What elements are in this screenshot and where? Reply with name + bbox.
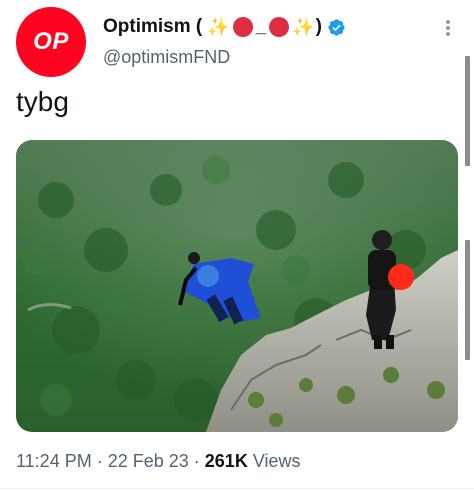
red-circle-icon: [232, 17, 253, 37]
tweet-image[interactable]: [16, 140, 458, 432]
tweet-text: tybg: [16, 86, 69, 117]
tweet-time[interactable]: 11:24 PM: [16, 451, 92, 471]
scrollbar[interactable]: [465, 56, 470, 166]
sparkle-icon: ✨: [292, 16, 315, 37]
name-underscore: _: [255, 16, 267, 37]
name-emojis: ✨ _ ✨ ): [206, 16, 322, 38]
tweet-meta: 11:24 PM · 22 Feb 23 · 261K Views: [16, 451, 301, 472]
views-count[interactable]: 261K: [205, 451, 248, 471]
author-handle[interactable]: @optimismFND: [103, 47, 230, 68]
red-circle-icon: [269, 17, 290, 37]
display-name-close: ): [315, 16, 322, 37]
views-label: Views: [247, 451, 301, 471]
sparkle-icon: ✨: [207, 16, 230, 37]
display-name[interactable]: Optimism (: [103, 16, 202, 38]
divider: [0, 488, 474, 489]
scrollbar-lower[interactable]: [465, 240, 470, 360]
more-options-icon[interactable]: [441, 18, 455, 38]
wingsuit-photo: [16, 140, 458, 432]
author-name-row[interactable]: Optimism ( ✨ _ ✨ ): [103, 16, 346, 38]
meta-separator: ·: [91, 451, 108, 471]
verified-badge-icon: [328, 18, 345, 36]
avatar-logo-text: OP: [33, 28, 69, 55]
meta-separator: ·: [188, 451, 205, 471]
avatar[interactable]: OP: [16, 7, 86, 77]
tweet-date[interactable]: 22 Feb 23: [108, 451, 189, 471]
